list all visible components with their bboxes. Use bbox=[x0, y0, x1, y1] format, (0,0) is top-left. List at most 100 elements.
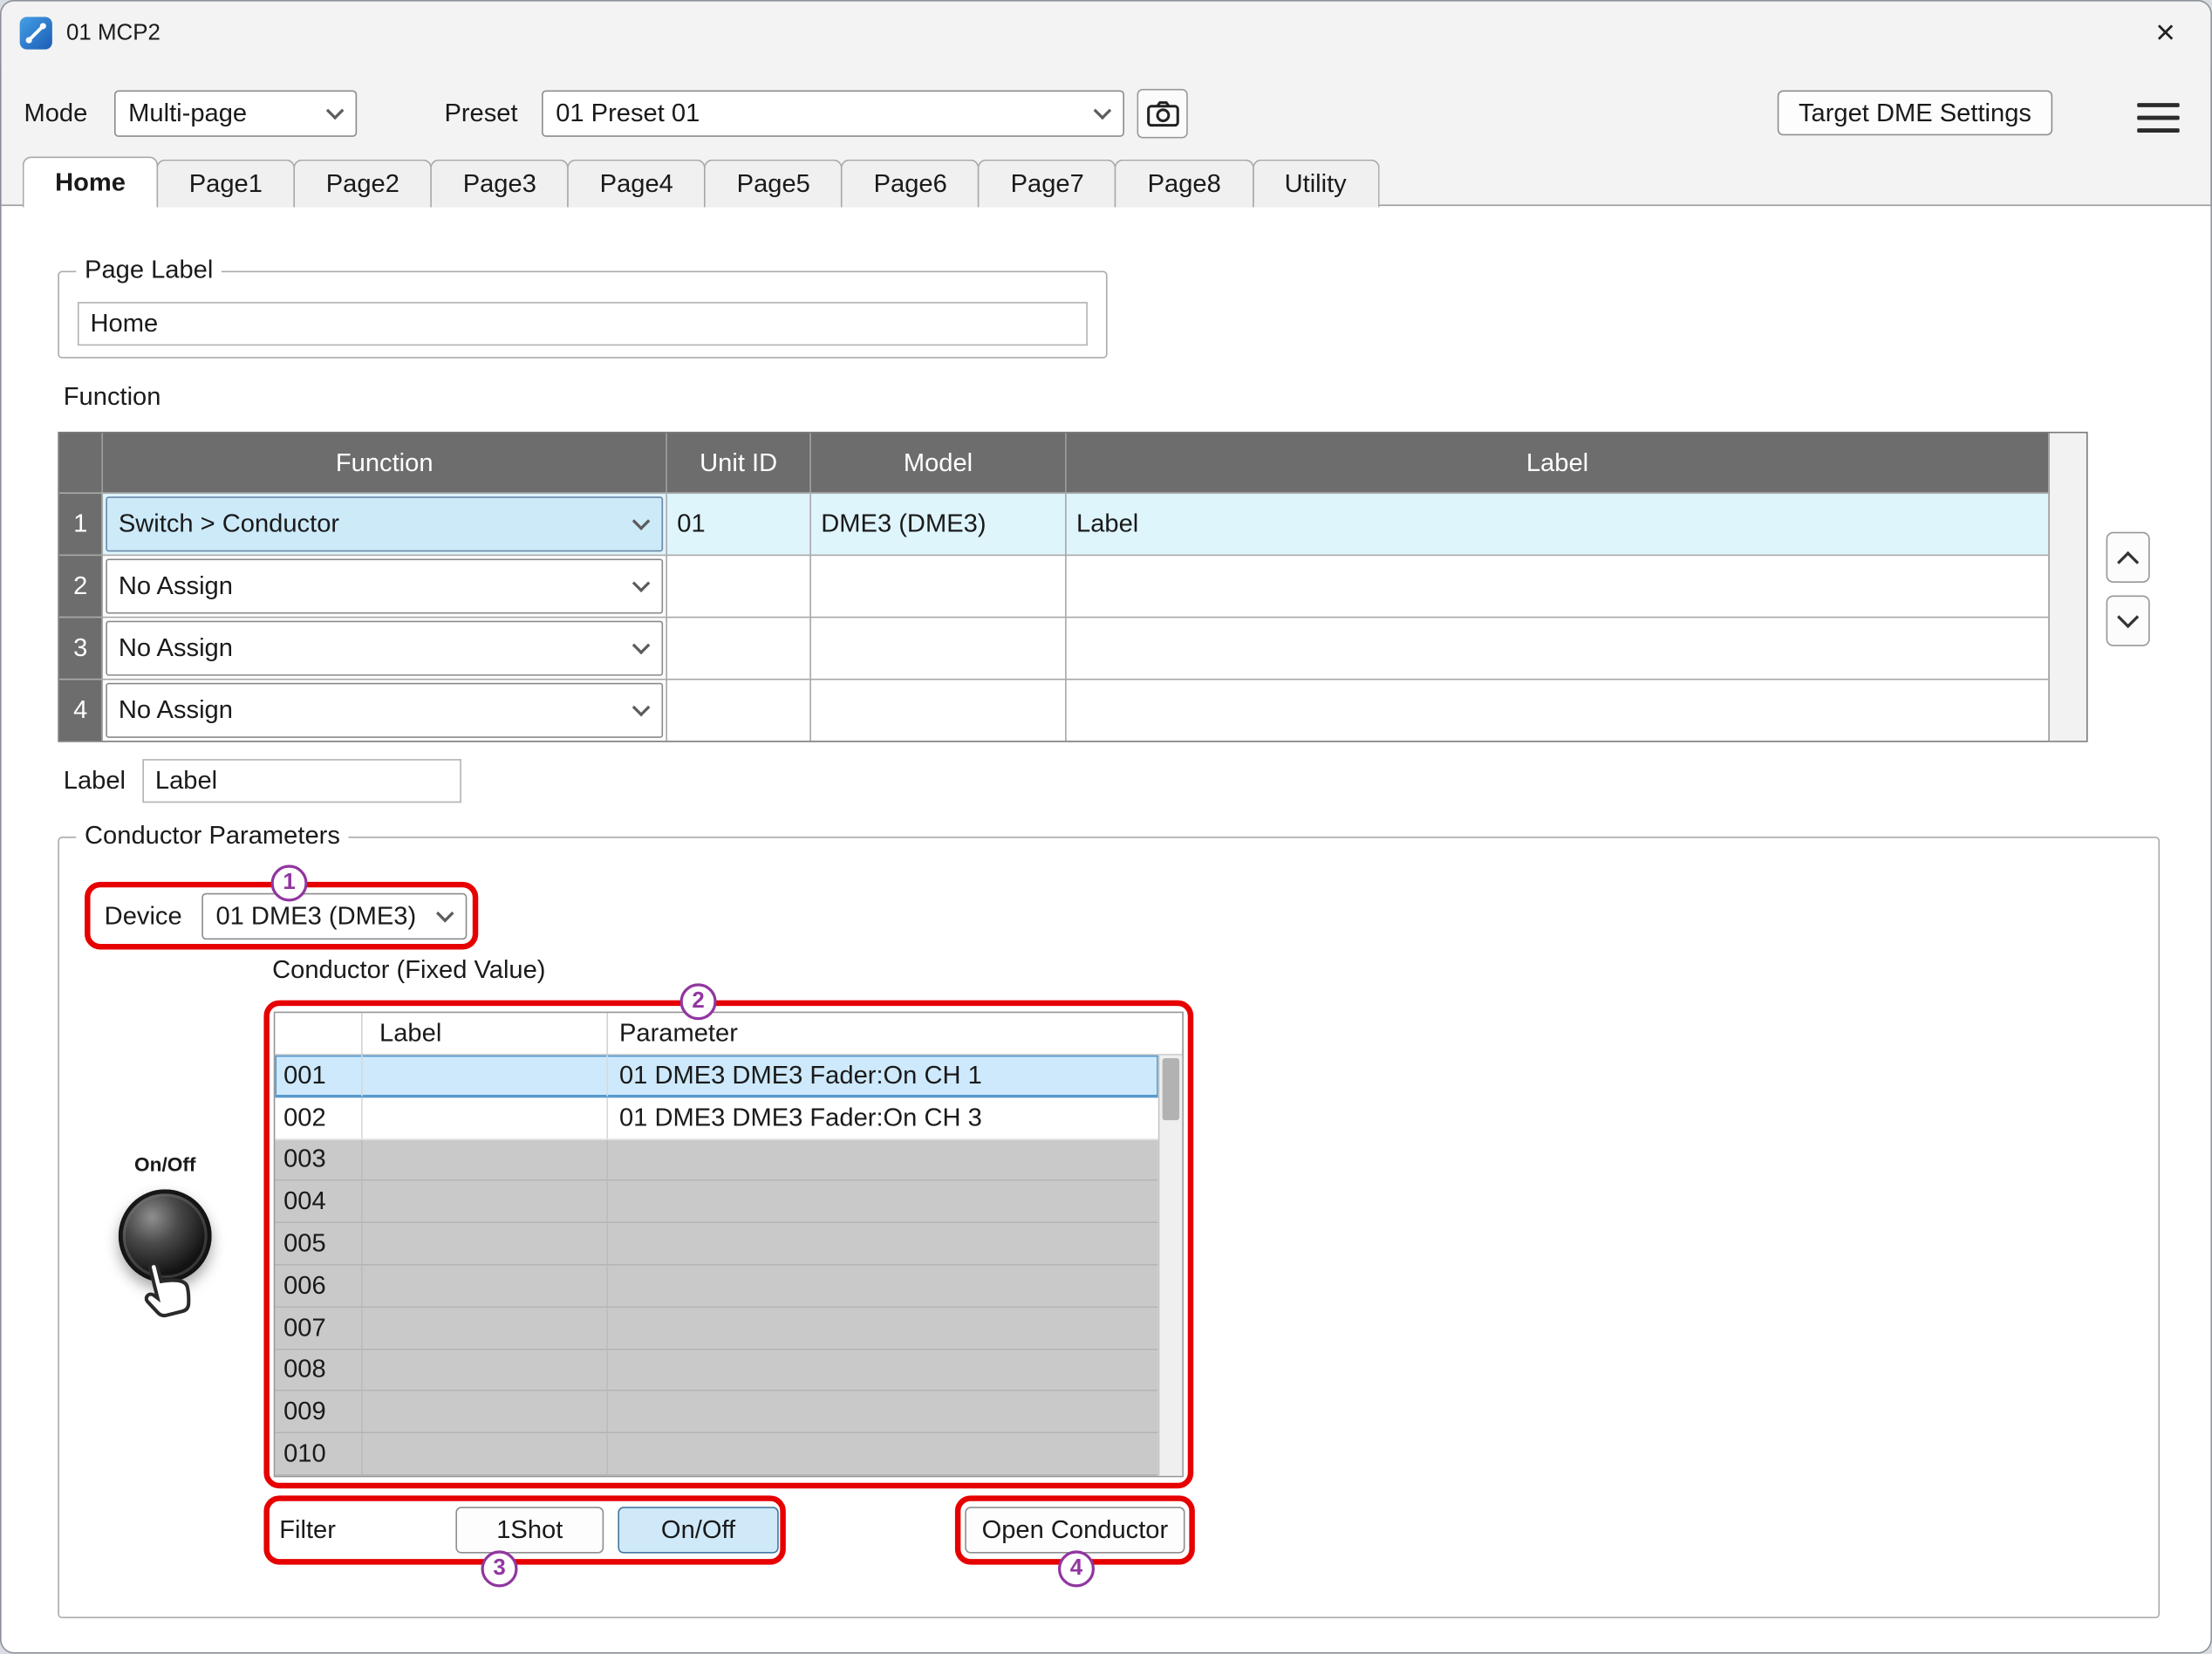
tab-label: Utility bbox=[1285, 169, 1347, 199]
row-index: 006 bbox=[275, 1266, 361, 1307]
row-index: 005 bbox=[275, 1224, 361, 1265]
function-row-4[interactable]: 4 No Assign bbox=[59, 679, 2048, 741]
parameter-row-002[interactable]: 002 01 DME3 DME3 Fader:On CH 3 bbox=[275, 1097, 1157, 1139]
chevron-down-icon bbox=[632, 511, 651, 530]
filter-1shot-button[interactable]: 1Shot bbox=[455, 1507, 604, 1553]
row-number: 1 bbox=[59, 492, 102, 554]
tab-home[interactable]: Home bbox=[23, 157, 158, 208]
tab-page6[interactable]: Page6 bbox=[841, 160, 980, 208]
conductor-list-scrollbar[interactable] bbox=[1158, 1056, 1182, 1476]
tab-page2[interactable]: Page2 bbox=[294, 160, 433, 208]
function-value: No Assign bbox=[119, 571, 233, 601]
close-button[interactable]: × bbox=[2120, 2, 2211, 66]
parameter-row-010[interactable]: 010 bbox=[275, 1433, 1157, 1475]
annotation-number-3: 3 bbox=[481, 1550, 517, 1587]
row-index: 001 bbox=[275, 1056, 361, 1097]
row-label bbox=[361, 1097, 606, 1138]
function-row-3[interactable]: 3 No Assign bbox=[59, 617, 2048, 679]
function-value: Switch > Conductor bbox=[119, 509, 339, 539]
parameter-row-001[interactable]: 001 01 DME3 DME3 Fader:On CH 1 bbox=[275, 1056, 1157, 1097]
preset-select[interactable]: 01 Preset 01 bbox=[542, 91, 1124, 137]
row-index: 004 bbox=[275, 1181, 361, 1222]
function-table-scrollbar[interactable] bbox=[2048, 434, 2086, 742]
menu-bar-icon bbox=[2137, 103, 2180, 107]
unit-id-cell bbox=[666, 555, 809, 617]
row-parameter bbox=[606, 1350, 1157, 1391]
function-row-1[interactable]: 1 Switch > Conductor 01 DME3 (DME3) Labe… bbox=[59, 492, 2048, 554]
label-field-label: Label bbox=[64, 759, 126, 803]
tab-page4[interactable]: Page4 bbox=[567, 160, 706, 208]
row-index: 009 bbox=[275, 1391, 361, 1432]
tab-page8[interactable]: Page8 bbox=[1115, 160, 1253, 208]
row-index: 003 bbox=[275, 1139, 361, 1180]
hamburger-menu-button[interactable] bbox=[2137, 103, 2180, 133]
chevron-down-icon bbox=[436, 904, 454, 922]
function-select-3[interactable]: No Assign bbox=[106, 621, 663, 676]
filter-label: Filter bbox=[279, 1507, 336, 1553]
function-select-2[interactable]: No Assign bbox=[106, 558, 663, 613]
chevron-down-icon bbox=[632, 636, 651, 654]
store-preset-button[interactable] bbox=[1137, 89, 1188, 139]
preset-label: Preset bbox=[444, 91, 517, 137]
parameter-row-005[interactable]: 005 bbox=[275, 1224, 1157, 1266]
conductor-list-rows: 001 01 DME3 DME3 Fader:On CH 1 002 01 DM… bbox=[275, 1056, 1157, 1476]
tab-label: Page1 bbox=[189, 169, 263, 199]
move-up-button[interactable] bbox=[2106, 532, 2150, 583]
row-label bbox=[361, 1433, 606, 1474]
annotation-number-4: 4 bbox=[1058, 1550, 1095, 1587]
tab-label: Page5 bbox=[737, 169, 810, 199]
parameter-row-003[interactable]: 003 bbox=[275, 1139, 1157, 1181]
conductor-parameters-legend: Conductor Parameters bbox=[76, 821, 348, 851]
row-parameter: 01 DME3 DME3 Fader:On CH 3 bbox=[606, 1097, 1157, 1138]
model-cell bbox=[809, 679, 1065, 741]
move-down-button[interactable] bbox=[2106, 596, 2150, 646]
header-label: Label bbox=[361, 1013, 606, 1054]
tab-utility[interactable]: Utility bbox=[1252, 160, 1379, 208]
function-value: No Assign bbox=[119, 633, 233, 663]
mode-select[interactable]: Multi-page bbox=[114, 91, 357, 137]
model-cell bbox=[809, 555, 1065, 617]
menu-bar-icon bbox=[2137, 128, 2180, 133]
function-row-2[interactable]: 2 No Assign bbox=[59, 555, 2048, 617]
filter-onoff-button[interactable]: On/Off bbox=[618, 1507, 778, 1553]
row-label bbox=[361, 1139, 606, 1180]
header-unit-id: Unit ID bbox=[666, 434, 809, 493]
target-dme-settings-button[interactable]: Target DME Settings bbox=[1778, 91, 2052, 136]
row-parameter: 01 DME3 DME3 Fader:On CH 1 bbox=[606, 1056, 1157, 1097]
row-index: 007 bbox=[275, 1308, 361, 1349]
tab-page3[interactable]: Page3 bbox=[431, 160, 570, 208]
window-title: 01 MCP2 bbox=[66, 2, 160, 66]
function-select-1[interactable]: Switch > Conductor bbox=[106, 496, 663, 551]
unit-id-cell bbox=[666, 679, 809, 741]
label-cell: Label bbox=[1065, 492, 2048, 554]
parameter-row-006[interactable]: 006 bbox=[275, 1266, 1157, 1308]
parameter-row-008[interactable]: 008 bbox=[275, 1350, 1157, 1391]
function-select-4[interactable]: No Assign bbox=[106, 683, 663, 738]
parameter-row-004[interactable]: 004 bbox=[275, 1181, 1157, 1223]
function-section-title: Function bbox=[64, 382, 161, 412]
parameter-row-007[interactable]: 007 bbox=[275, 1308, 1157, 1350]
row-index: 008 bbox=[275, 1350, 361, 1391]
menu-bar-icon bbox=[2137, 116, 2180, 120]
tab-page1[interactable]: Page1 bbox=[157, 160, 296, 208]
function-value: No Assign bbox=[119, 695, 233, 725]
filter-onoff-label: On/Off bbox=[661, 1515, 735, 1545]
header-model: Model bbox=[809, 434, 1065, 493]
device-label: Device bbox=[105, 893, 182, 940]
parameter-row-009[interactable]: 009 bbox=[275, 1391, 1157, 1433]
scrollbar-thumb[interactable] bbox=[1163, 1058, 1179, 1120]
tab-strip: Home Page1 Page2 Page3 Page4 Page5 Page6… bbox=[24, 157, 1378, 208]
header-index bbox=[275, 1013, 361, 1054]
chevron-down-icon bbox=[2117, 606, 2139, 628]
row-parameter bbox=[606, 1308, 1157, 1349]
tab-page5[interactable]: Page5 bbox=[704, 160, 843, 208]
label-cell bbox=[1065, 555, 2048, 617]
open-conductor-button[interactable]: Open Conductor bbox=[965, 1507, 1185, 1553]
device-select[interactable]: 01 DME3 (DME3) bbox=[201, 893, 467, 940]
label-cell bbox=[1065, 679, 2048, 741]
row-label bbox=[361, 1391, 606, 1432]
label-input[interactable] bbox=[142, 759, 461, 803]
mcp2-editor-window: 01 MCP2 × Mode Multi-page Preset 01 Pres… bbox=[0, 0, 2212, 1653]
tab-page7[interactable]: Page7 bbox=[978, 160, 1116, 208]
row-label bbox=[361, 1224, 606, 1265]
